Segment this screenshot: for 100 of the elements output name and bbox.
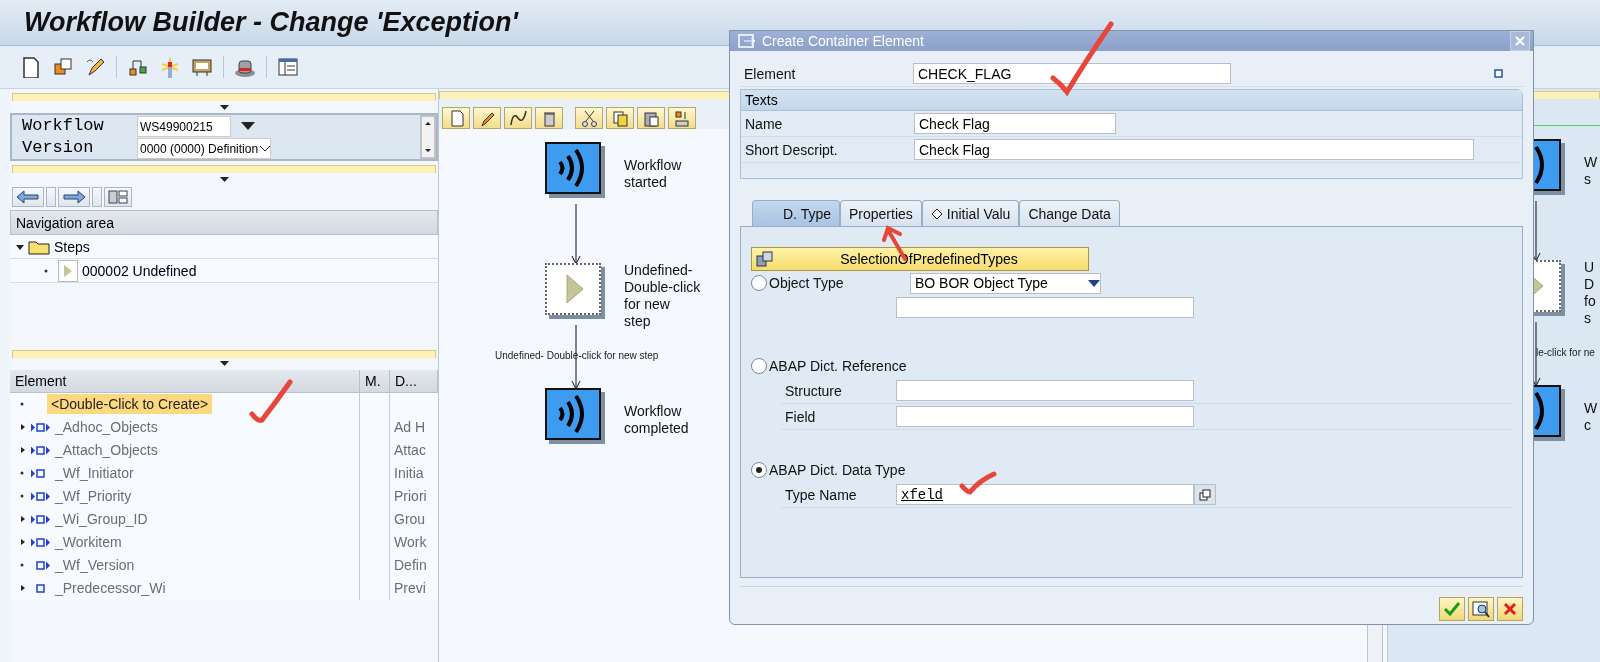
tab[interactable]: Initial Valu <box>921 200 1020 226</box>
text-input[interactable]: Check Flag <box>914 113 1116 134</box>
element-name[interactable]: _Workitem <box>55 534 122 550</box>
element-name[interactable]: _Adhoc_Objects <box>55 419 158 435</box>
element-name[interactable]: _Attach_Objects <box>55 442 158 458</box>
collapse-icon[interactable] <box>16 242 24 251</box>
copy-button[interactable] <box>606 107 634 129</box>
tick-mark-icon <box>248 378 296 426</box>
pencil-icon[interactable] <box>84 56 106 78</box>
leaf-dot-icon <box>20 402 24 406</box>
field-label: Name <box>744 115 784 132</box>
windows-icon <box>1199 488 1211 501</box>
radio-button[interactable] <box>751 462 767 478</box>
caret-icon <box>219 104 229 110</box>
expand-icon[interactable] <box>20 584 26 592</box>
option-label: ABAP Dict. Data Type <box>769 462 906 478</box>
close-icon <box>1502 601 1518 617</box>
arrow <box>571 204 581 265</box>
paste-button[interactable] <box>637 107 665 129</box>
predefined-types-button[interactable]: SelectionOfPredefinedTypes <box>751 247 1089 271</box>
cubes-icon <box>756 251 774 267</box>
folder-icon <box>28 238 50 255</box>
field-label: Structure <box>784 382 843 399</box>
table-icon[interactable] <box>277 56 299 78</box>
element-description: Initia <box>394 465 424 481</box>
trash-button[interactable] <box>535 107 563 129</box>
column-header[interactable]: D... <box>390 369 438 393</box>
tree-item[interactable]: Steps <box>54 238 90 255</box>
tick-mark-icon <box>959 470 997 496</box>
layout-button[interactable] <box>104 187 132 207</box>
type-input[interactable] <box>896 406 1194 427</box>
caret-icon <box>219 361 229 366</box>
element-input[interactable]: CHECK_FLAG <box>913 63 1231 84</box>
element-description: Grou <box>394 511 426 527</box>
element-name[interactable]: _Wi_Group_ID <box>55 511 148 527</box>
node-label: W s <box>1584 154 1598 188</box>
close-icon <box>1515 36 1525 46</box>
tab[interactable]: Change Data <box>1019 200 1120 226</box>
arrow <box>1531 201 1541 262</box>
edge-label: le-click for ne <box>1536 347 1595 358</box>
expand-icon[interactable] <box>20 446 26 454</box>
tree-item[interactable]: 000002 Undefined <box>82 262 197 279</box>
element-name[interactable]: _Wf_Priority <box>55 488 132 504</box>
tab[interactable]: Properties <box>840 200 922 226</box>
tab[interactable]: D. Type <box>752 200 840 226</box>
new-document-icon[interactable] <box>20 56 42 78</box>
tick-mark-icon <box>1049 20 1115 98</box>
window-title: Workflow Builder - Change 'Exception' <box>24 7 518 38</box>
checkmark-icon <box>1443 601 1461 617</box>
field-label: Element <box>743 65 797 82</box>
expand-icon[interactable] <box>20 423 26 431</box>
dropdown-icon <box>1088 279 1100 287</box>
forward-button[interactable] <box>58 187 90 207</box>
search-icon <box>1472 600 1490 618</box>
caret-icon <box>219 176 229 182</box>
radio-button[interactable] <box>751 358 767 374</box>
element-description: Attac <box>394 442 426 458</box>
copy-icon[interactable] <box>52 56 74 78</box>
field-label: Field <box>784 408 817 425</box>
element-description: Ad H <box>394 419 426 435</box>
option-label: Object Type <box>769 275 845 291</box>
type-input[interactable] <box>896 380 1194 401</box>
dropdown-icon[interactable] <box>241 122 255 130</box>
pencil-button[interactable] <box>473 107 501 129</box>
column-header[interactable]: M. <box>360 369 390 393</box>
node-label: Workflow completed <box>624 403 689 437</box>
node-label: U D fo s <box>1584 259 1596 327</box>
node-label: Undefined- Double-click for new step <box>624 262 701 330</box>
scissors-button[interactable] <box>575 107 603 129</box>
object-type-input[interactable] <box>896 297 1194 318</box>
column-header[interactable]: Element <box>10 369 360 393</box>
option-label: ABAP Dict. Reference <box>769 358 907 374</box>
object-type-dropdown[interactable]: BO BOR Object Type <box>910 272 1101 294</box>
text-input[interactable]: Check Flag <box>914 139 1474 160</box>
radio-button[interactable] <box>751 275 767 291</box>
dialog-icon <box>738 34 756 48</box>
element-name[interactable]: _Wf_Version <box>55 557 135 573</box>
search-button[interactable] <box>1468 597 1494 621</box>
group-title: Texts <box>741 90 1522 111</box>
value-help-button[interactable] <box>1194 484 1216 505</box>
element-name[interactable]: _Wf_Initiator <box>55 465 134 481</box>
back-button[interactable] <box>12 187 44 207</box>
create-element-row[interactable]: <Double-Click to Create> <box>47 394 213 414</box>
monitor-icon[interactable] <box>191 56 213 78</box>
element-description: Defin <box>394 557 427 573</box>
workflow-input[interactable]: WS49900215 <box>137 116 231 137</box>
version-select[interactable]: 0000 (0000) Definition <box>137 138 271 159</box>
type-input[interactable]: xfeld <box>896 484 1194 505</box>
element-description: Priori <box>394 488 427 504</box>
expand-icon[interactable] <box>20 515 26 523</box>
structure-button[interactable] <box>668 107 696 129</box>
expand-icon[interactable] <box>20 538 26 546</box>
copy-icon <box>610 108 630 128</box>
element-description: Previ <box>394 580 426 596</box>
cancel-button[interactable] <box>1497 597 1523 621</box>
right-arrow-icon <box>62 190 86 204</box>
layout-icon <box>108 190 128 204</box>
spark-icon[interactable] <box>159 56 181 78</box>
structure-icon <box>672 108 692 128</box>
link-button[interactable] <box>504 107 532 129</box>
